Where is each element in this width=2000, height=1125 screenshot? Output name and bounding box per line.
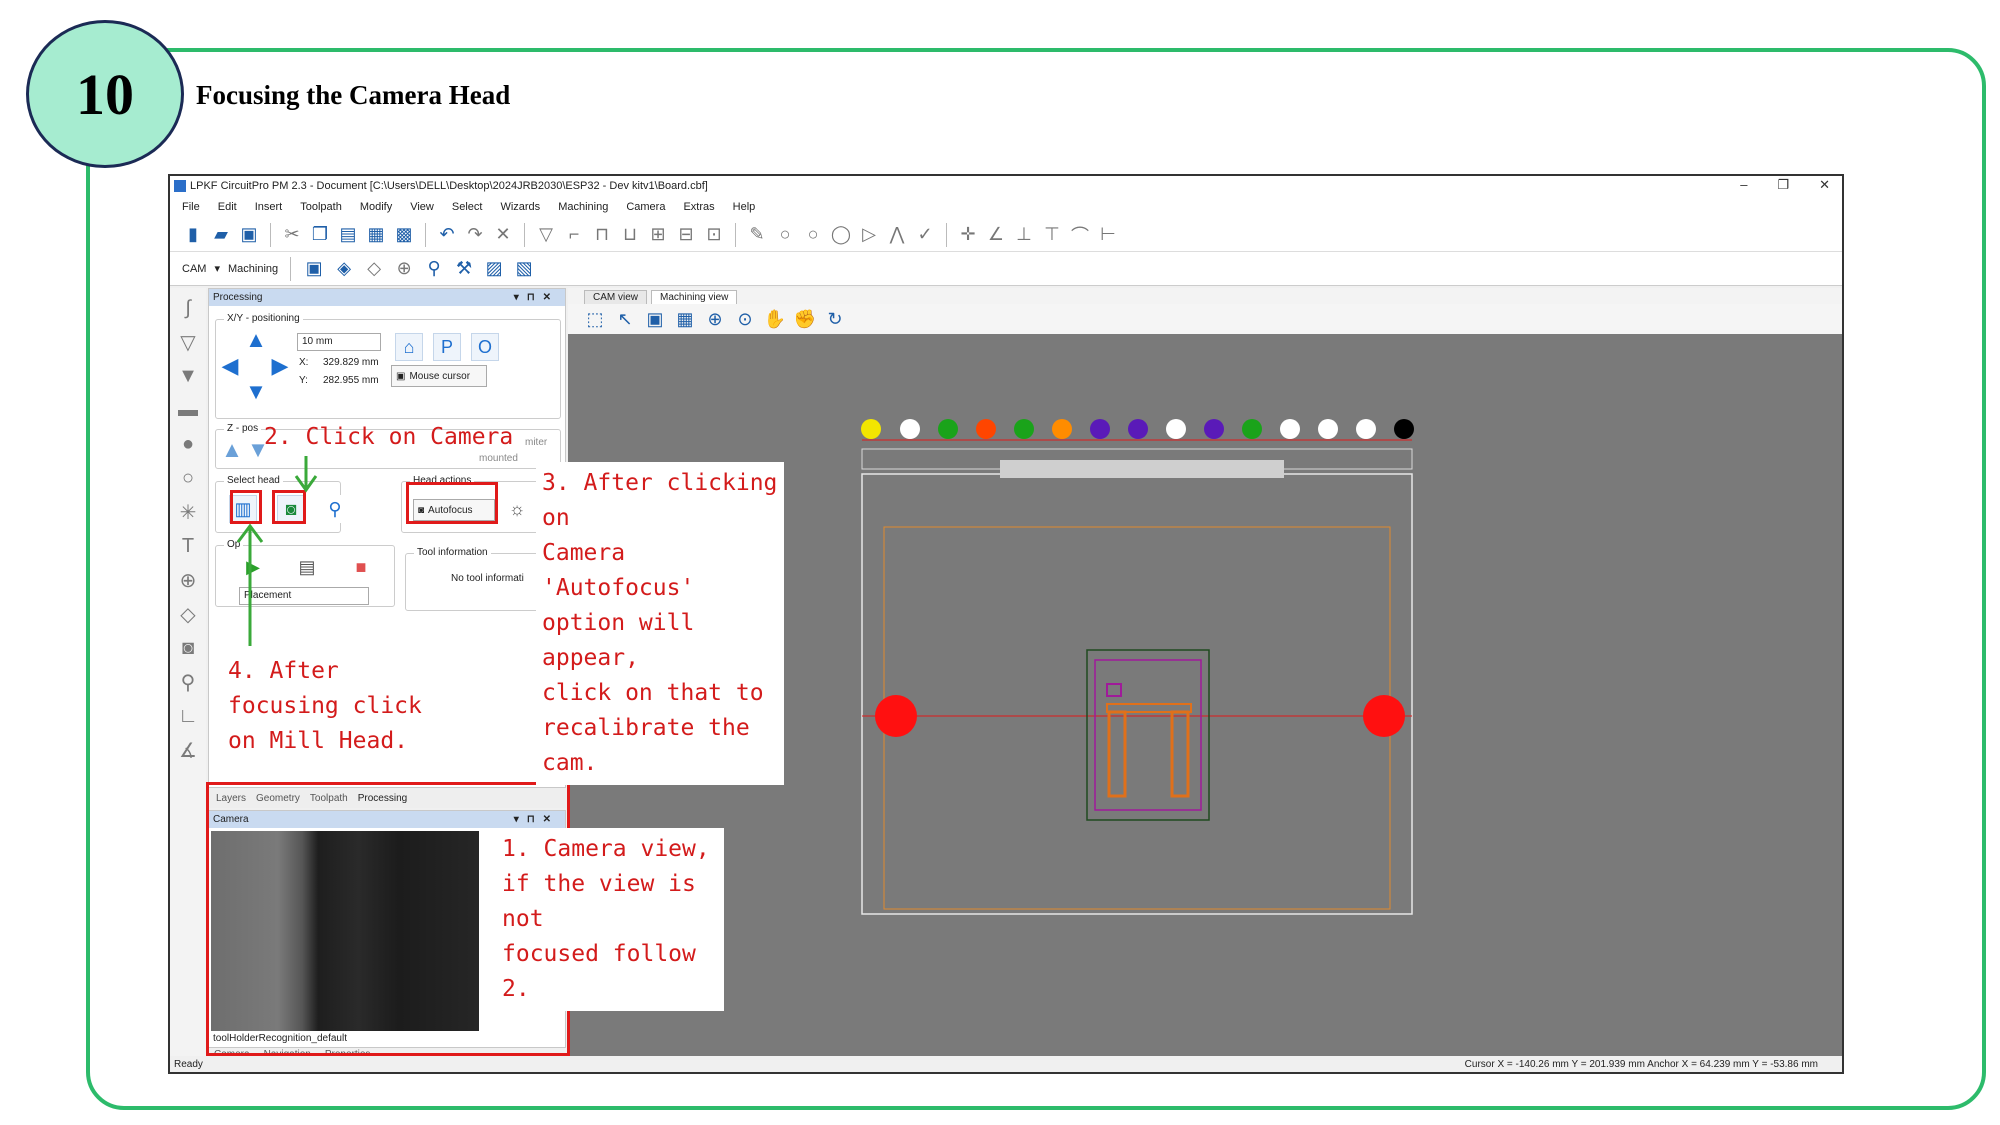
tool-dot [1014,419,1034,439]
toolbar-divider [946,222,947,247]
clamp-bar [1000,460,1284,478]
step-title: Focusing the Camera Head [196,80,511,110]
circle-icon[interactable]: ○ [802,224,824,246]
tool-dot [1166,419,1186,439]
minimize-button[interactable]: – [1740,177,1747,193]
pcb-pad-column [1170,710,1190,798]
table-outline [861,473,1413,915]
tool-dot [1052,419,1072,439]
step-number-badge: 10 [26,20,184,168]
menu-help[interactable]: Help [733,201,756,213]
window-controls: – ❐ ✕ [1740,177,1830,193]
tool-holder-dots [861,419,1414,439]
pcb-component [1106,683,1122,697]
tool-dot [861,419,881,439]
arc-dimension-icon[interactable]: ⌒ [1069,224,1091,246]
tool-dot [1242,419,1262,439]
annotation-step-3: 3. After clicking on Camera 'Autofocus' … [536,462,784,785]
pan-hand-icon[interactable]: ✋ [764,308,786,330]
circle-icon[interactable]: ○ [774,224,796,246]
pcb-inner-outline [1094,659,1202,811]
zoom-window-icon[interactable]: ⊕ [704,308,726,330]
grab-hand-icon[interactable]: ✊ [794,308,816,330]
tool-dot [900,419,920,439]
pcb-pad-column [1107,710,1127,798]
node-icon[interactable]: ⋀ [886,224,908,246]
origin-icon[interactable]: ⊢ [1097,224,1119,246]
arrow-to-camera-head [294,456,318,493]
measure-icon[interactable]: ∠ [985,224,1007,246]
menu-camera[interactable]: Camera [626,201,665,213]
tool-dot [1280,419,1300,439]
maximize-button[interactable]: ❐ [1777,177,1789,193]
tool-dot [976,419,996,439]
tool-dot [1318,419,1338,439]
software-screenshot: LPKF CircuitPro PM 2.3 - Document [C:\Us… [168,174,1844,1074]
check-icon[interactable]: ✓ [914,224,936,246]
dimension-icon[interactable]: ⊤ [1041,224,1063,246]
distribute-icon[interactable]: ⊟ [675,224,697,246]
zoom-page-icon[interactable]: ▣ [644,308,666,330]
annotation-step-2: 2. Click on Camera [264,424,514,450]
move-icon[interactable]: ✛ [957,224,979,246]
view-toolbar: ⬚ ↖ ▣ ▦ ⊕ ⊙ ✋ ✊ ↻ [568,304,1842,334]
tool-dot [938,419,958,439]
zoom-board-icon[interactable]: ▦ [674,308,696,330]
align-icon[interactable]: ⊞ [647,224,669,246]
send-icon[interactable]: ▷ [858,224,880,246]
close-button[interactable]: ✕ [1819,177,1830,193]
zoom-icon[interactable]: ⊙ [734,308,756,330]
annotation-step-1: 1. Camera view, if the view is not focus… [496,828,724,1011]
material-outline [883,526,1391,910]
pcb-board-outline [1086,649,1210,821]
pen-icon[interactable]: ✎ [746,224,768,246]
tool-dot [1204,419,1224,439]
fiducial-right [1363,695,1405,737]
arrow-to-mill-head [236,523,264,646]
view-tabs: CAM view Machining view [568,288,1842,304]
tab-machining-view[interactable]: Machining view [651,290,738,304]
tool-dot [1090,419,1110,439]
tool-dot [1128,419,1148,439]
rotate-icon[interactable]: ↻ [824,308,846,330]
tool-dot [1394,419,1414,439]
arc-icon[interactable]: ◯ [830,224,852,246]
annotation-step-4: 4. After focusing click on Mill Head. [228,658,422,754]
dimension-icon[interactable]: ⊥ [1013,224,1035,246]
tool-dot [1356,419,1376,439]
group-icon[interactable]: ⊡ [703,224,725,246]
toolbar-divider [735,222,736,247]
menu-extras[interactable]: Extras [683,201,714,213]
fiducial-left [875,695,917,737]
cursor-readout: Cursor X = -140.26 mm Y = 201.939 mm Anc… [1464,1059,1818,1070]
